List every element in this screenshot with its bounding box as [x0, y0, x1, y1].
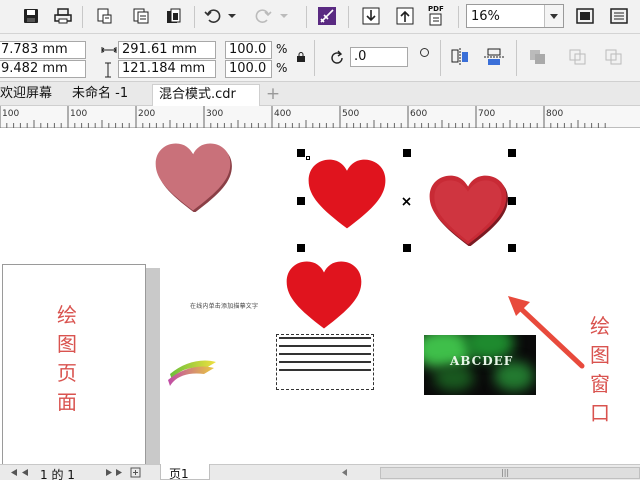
drawing-page[interactable]: 绘 图 页 面: [2, 264, 146, 464]
selection-handle[interactable]: [508, 244, 516, 252]
line-group[interactable]: [276, 334, 374, 390]
save-icon[interactable]: [18, 4, 44, 28]
zoom-level-dropdown[interactable]: 16%: [466, 4, 564, 28]
scale-height-field[interactable]: 100.0: [225, 60, 272, 78]
red-heart-shape-2[interactable]: [284, 260, 364, 330]
center-cross-icon: [402, 197, 411, 206]
scale-width-field[interactable]: 100.0: [225, 41, 272, 59]
ruler-label: 100: [2, 109, 19, 119]
weld-icon: [569, 49, 586, 65]
export-icon[interactable]: [128, 4, 154, 28]
page-tab[interactable]: 页1: [160, 464, 210, 480]
pdf-label: PDF: [428, 5, 444, 13]
redo-dropdown-icon: [276, 4, 292, 28]
new-tab-button[interactable]: +: [262, 84, 284, 104]
pink-heart-shape[interactable]: [152, 142, 234, 212]
import-icon[interactable]: [92, 4, 118, 28]
ruler-label: 300: [206, 109, 223, 119]
drawing-window[interactable]: 绘 图 页 面 在线内单击添加描摹文字 ABCDEF 绘 图 窗 口: [0, 128, 640, 464]
horizontal-ruler[interactable]: 100 100 200 300 400 500 600 700 800: [0, 106, 640, 128]
page-navigator: 1 的 1 页1 |||: [0, 464, 640, 480]
last-page-icon[interactable]: [104, 468, 126, 477]
mirror-vertical-icon[interactable]: [484, 48, 504, 66]
fullscreen-icon[interactable]: [572, 4, 598, 28]
tab-blend-mode-cdr[interactable]: 混合模式.cdr: [152, 84, 260, 106]
launcher-icon[interactable]: [314, 4, 340, 28]
selection-pivot[interactable]: [306, 156, 310, 160]
chevron-down-icon[interactable]: [544, 5, 563, 27]
page-label: 绘 图 页 面: [57, 303, 77, 414]
ruler-ticks: 100 100 200 300 400 500 600 700 800: [0, 106, 606, 128]
height-icon: [105, 62, 111, 78]
zoom-value: 16%: [471, 9, 500, 24]
selection-handle[interactable]: [508, 149, 516, 157]
ruler-label: 100: [70, 109, 87, 119]
mirror-horizontal-icon[interactable]: [450, 48, 470, 66]
document-tabs: 欢迎屏幕 未命名 -1 混合模式.cdr +: [0, 82, 640, 106]
height-field[interactable]: 121.184 mm: [118, 60, 216, 78]
percent-label: %: [276, 42, 288, 56]
selection-handle[interactable]: [297, 244, 305, 252]
red-heart-shape[interactable]: [306, 158, 388, 230]
y-position-field[interactable]: 9.482 mm: [0, 60, 86, 78]
x-position-field[interactable]: 7.783 mm: [0, 41, 86, 59]
publish-pdf-icon[interactable]: PDF: [424, 4, 450, 28]
ruler-label: 800: [546, 109, 563, 119]
crimson-heart-shape[interactable]: [426, 174, 510, 246]
selection-handle[interactable]: [297, 197, 305, 205]
print-icon[interactable]: [50, 4, 76, 28]
drawing-window-label: 绘 图 窗 口: [590, 314, 610, 425]
horizontal-scrollbar[interactable]: |||: [380, 467, 640, 479]
options-icon[interactable]: [606, 4, 632, 28]
width-icon: [101, 47, 117, 53]
tab-welcome-screen[interactable]: 欢迎屏幕: [0, 84, 60, 106]
scroll-left-icon[interactable]: [340, 468, 348, 477]
selection-handle[interactable]: [508, 197, 516, 205]
redo-icon: [250, 4, 276, 28]
gradient-ribbon-shape[interactable]: [166, 354, 220, 388]
ruler-label: 600: [410, 109, 427, 119]
degree-icon: [420, 48, 429, 57]
trim-icon: [605, 49, 622, 65]
export-up-icon[interactable]: [392, 4, 418, 28]
property-bar: 7.783 mm 9.482 mm 291.61 mm 121.184 mm 1…: [0, 34, 640, 82]
tab-untitled-1[interactable]: 未命名 -1: [66, 84, 150, 106]
ruler-label: 200: [138, 109, 155, 119]
percent-label: %: [276, 61, 288, 75]
clipboard-icon[interactable]: [160, 4, 186, 28]
rotation-field[interactable]: .0: [350, 47, 408, 67]
standard-toolbar: PDF 16%: [0, 0, 640, 34]
import-down-icon[interactable]: [358, 4, 384, 28]
lock-ratio-icon[interactable]: [297, 52, 305, 62]
annotation-arrow: [508, 296, 585, 369]
selection-handle[interactable]: [297, 149, 305, 157]
width-field[interactable]: 291.61 mm: [118, 41, 216, 59]
ruler-label: 400: [274, 109, 291, 119]
ruler-label: 700: [478, 109, 495, 119]
first-page-icon[interactable]: [8, 468, 30, 477]
undo-dropdown-icon[interactable]: [224, 4, 240, 28]
artistic-text-small[interactable]: 在线内单击添加描摹文字: [190, 301, 258, 310]
selection-handle[interactable]: [403, 149, 411, 157]
rotate-icon: [331, 50, 343, 64]
add-page-icon[interactable]: [130, 467, 142, 478]
page-indicator: 1 的 1: [40, 468, 75, 480]
selection-handle[interactable]: [403, 244, 411, 252]
undo-icon[interactable]: [200, 4, 226, 28]
group-icon: [530, 50, 545, 64]
ruler-label: 500: [342, 109, 359, 119]
